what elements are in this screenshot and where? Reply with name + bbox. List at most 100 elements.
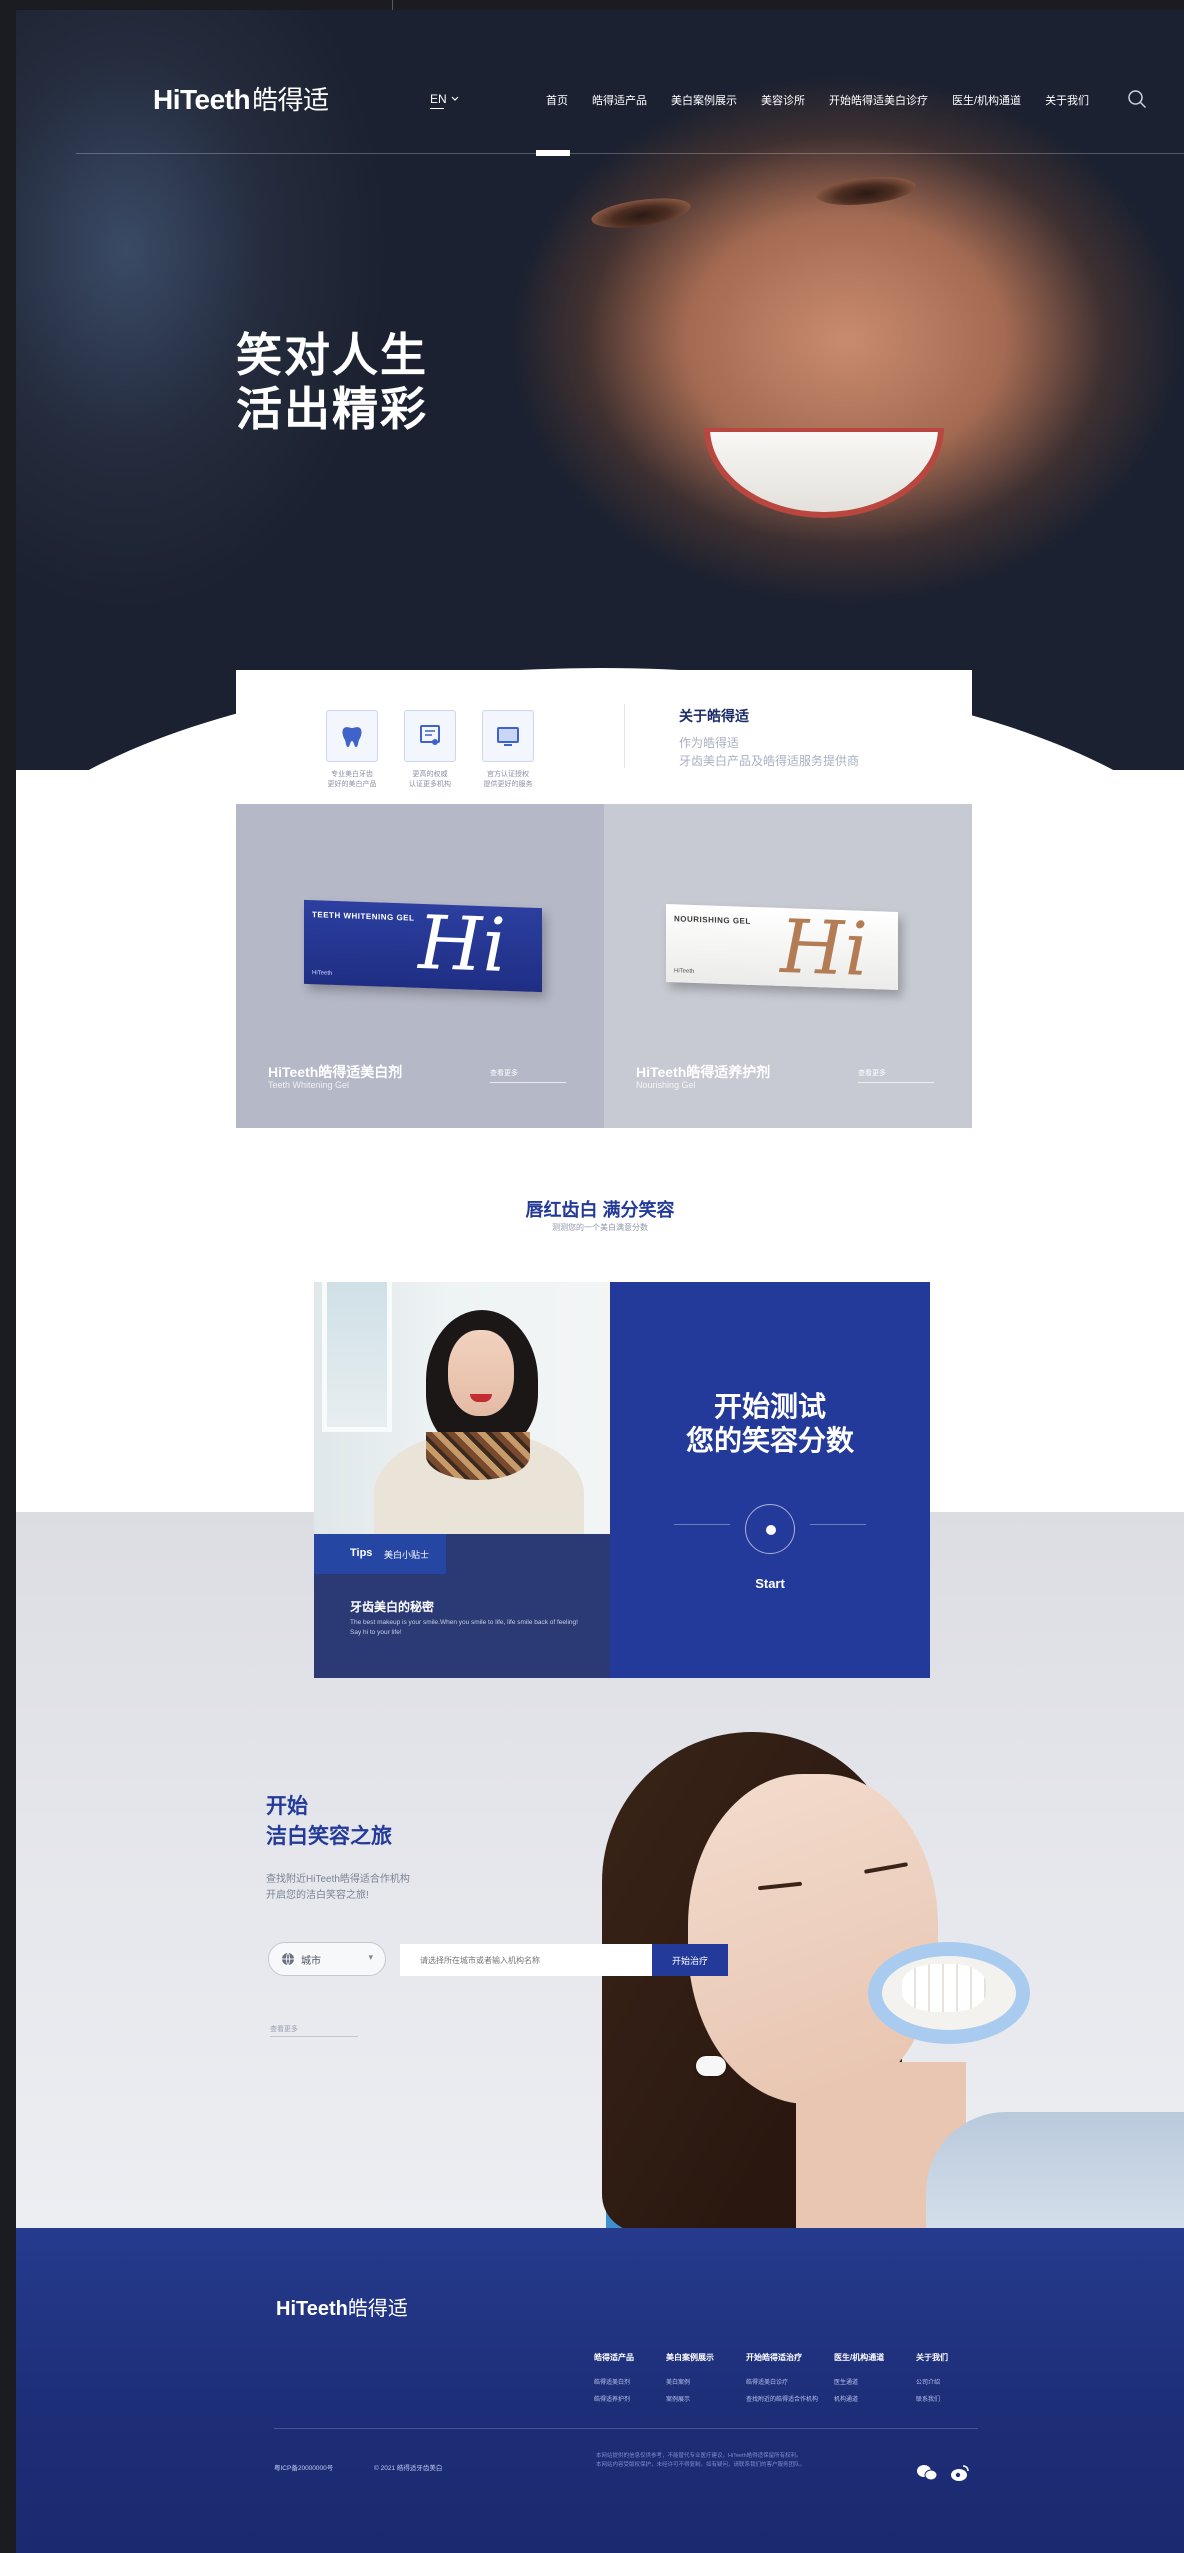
footer-column-about: 关于我们 公司介绍 联系我们	[916, 2352, 948, 2411]
start-treatment-button[interactable]: 开始治疗	[652, 1944, 728, 1976]
tips-card[interactable]: Tips 美白小贴士 牙齿美白的秘密 The best makeup is yo…	[314, 1534, 610, 1678]
wechat-icon[interactable]	[916, 2464, 938, 2482]
footer-column-heading[interactable]: 开始皓得适治疗	[746, 2352, 818, 2363]
footer-column-heading[interactable]: 皓得适产品	[594, 2352, 634, 2363]
product-name: HiTeeth皓得适美白剂	[268, 1064, 403, 1080]
hero-smile-image	[704, 428, 944, 518]
language-switcher[interactable]: EN	[430, 92, 459, 106]
brand-logo[interactable]: HiTeeth皓得适	[153, 80, 329, 117]
footer-column-products: 皓得适产品 皓得适美白剂 皓得适养护剂	[594, 2352, 634, 2411]
product-box-image: TEETH WHITENING GEL Hi HiTeeth	[304, 900, 542, 993]
footer-link[interactable]: 机构通道	[834, 2394, 884, 2403]
footer-link[interactable]: 医生通道	[834, 2377, 884, 2386]
decor-line	[810, 1524, 866, 1525]
tips-tab[interactable]: Tips 美白小贴士	[314, 1534, 446, 1574]
hero-headline-line2: 活出精彩	[236, 383, 428, 435]
journey-desc: 开启您的洁白笑容之旅!	[266, 1890, 369, 1901]
about-text: 作为皓得适	[679, 736, 740, 750]
footer-link[interactable]: 查找附近的皓得适合作机构	[746, 2394, 818, 2403]
more-underline	[490, 1082, 566, 1083]
top-nav: HiTeeth皓得适 EN 首页 皓得适产品 美白案例展示 美容诊所 开始皓得适…	[16, 10, 1184, 156]
city-select-value: 城市	[301, 1955, 321, 1967]
footer-column-cases: 美白案例展示 美白案例 案例展示	[666, 2352, 714, 2411]
chevron-down-icon	[451, 96, 459, 101]
woman-smiling-photo	[314, 1282, 610, 1534]
nav-item-cases[interactable]: 美白案例展示	[671, 92, 737, 108]
tooth-icon[interactable]	[326, 710, 378, 762]
tips-body: The best makeup is your smile.When you s…	[350, 1619, 578, 1636]
quiz-headline: 开始测试 您的笑容分数	[685, 1391, 854, 1456]
product-subtitle: Teeth Whitening Gel	[268, 1080, 350, 1090]
footer-copyright: 粤ICP备20000000号	[274, 2465, 334, 2472]
decor-line	[674, 1524, 730, 1525]
footer-logo[interactable]: HiTeeth皓得适	[276, 2292, 408, 2321]
site-footer: HiTeeth皓得适 皓得适产品 皓得适美白剂 皓得适养护剂 美白案例展示 美白…	[16, 2228, 1184, 2553]
hero-eye	[814, 172, 918, 210]
footer-link[interactable]: 公司介绍	[916, 2377, 948, 2386]
footer-social-links	[916, 2464, 970, 2482]
icon-caption: 官方认证授权 提供更好的服务	[483, 771, 533, 788]
footer-link[interactable]: 皓得适美白剂	[594, 2377, 634, 2386]
journey-desc: 查找附近HiTeeth皓得适合作机构	[266, 1874, 410, 1885]
tips-title: 牙齿美白的秘密	[350, 1600, 435, 1614]
about-title[interactable]: 关于皓得适	[679, 706, 749, 726]
section-subtitle: 测测您的一个美白满意分数	[552, 1223, 648, 1232]
top-divider-mark	[392, 0, 393, 10]
footer-column-heading[interactable]: 医生/机构通道	[834, 2352, 884, 2363]
brand-name-cn: 皓得适	[252, 85, 329, 115]
product-showcase: TEETH WHITENING GEL Hi HiTeeth HiTeeth皓得…	[236, 804, 972, 1128]
product-more-link[interactable]: 查看更多	[858, 1068, 886, 1078]
tips-panel: Tips 美白小贴士 牙齿美白的秘密 The best makeup is yo…	[314, 1282, 610, 1678]
nav-item-products[interactable]: 皓得适产品	[592, 92, 647, 108]
clinic-search-input[interactable]	[400, 1944, 652, 1976]
city-select[interactable]: 城市 ▾	[268, 1942, 386, 1976]
nav-item-home[interactable]: 首页	[546, 92, 568, 108]
language-underline	[430, 108, 444, 109]
language-label: EN	[430, 92, 447, 106]
product-more-link[interactable]: 查看更多	[490, 1068, 518, 1078]
card-divider	[624, 704, 625, 768]
footer-link[interactable]: 案例展示	[666, 2394, 714, 2403]
globe-icon	[282, 1952, 294, 1966]
product-name: HiTeeth皓得适养护剂	[636, 1064, 771, 1080]
nav-item-start-treatment[interactable]: 开始皓得适美白诊疗	[829, 92, 928, 108]
start-label[interactable]: Start	[610, 1576, 930, 1591]
hero-headline-line1: 笑对人生	[236, 329, 428, 381]
footer-link[interactable]: 美白案例	[666, 2377, 714, 2386]
tips-tab-label-cn: 美白小贴士	[384, 1550, 430, 1560]
nav-item-doctor-portal[interactable]: 医生/机构通道	[952, 92, 1021, 108]
more-underline	[858, 1082, 934, 1083]
nav-menu: 首页 皓得适产品 美白案例展示 美容诊所 开始皓得适美白诊疗 医生/机构通道 关…	[546, 92, 1113, 108]
icon-caption: 专业美白牙齿 更好的美白产品	[327, 771, 377, 788]
weibo-icon[interactable]	[950, 2464, 970, 2482]
tips-tab-label: Tips	[350, 1547, 373, 1559]
more-underline	[270, 2036, 358, 2037]
smile-score-panel[interactable]: 开始测试 您的笑容分数 Start	[610, 1282, 930, 1678]
hero-headline: 笑对人生 活出精彩	[236, 328, 428, 436]
footer-address: © 2021 皓得适牙齿美白	[374, 2465, 443, 2472]
more-link[interactable]: 查看更多	[270, 2024, 298, 2034]
footer-column-treatment: 开始皓得适治疗 皓得适美白诊疗 查找附近的皓得适合作机构	[746, 2352, 818, 2411]
footer-link[interactable]: 皓得适养护剂	[594, 2394, 634, 2403]
product-subtitle: Nourishing Gel	[636, 1080, 696, 1090]
smile-quiz-block: Tips 美白小贴士 牙齿美白的秘密 The best makeup is yo…	[314, 1282, 930, 1678]
monitor-icon[interactable]	[482, 710, 534, 762]
section-title: 唇红齿白 满分笑容	[525, 1200, 675, 1220]
chevron-down-icon: ▾	[368, 1952, 373, 1962]
info-card: 专业美白牙齿 更好的美白产品 更高的权威 认证更多机构 官方认证授权 提供更好的服务 …	[236, 670, 972, 804]
nav-divider	[76, 153, 1184, 154]
product-card-whitening-gel[interactable]: TEETH WHITENING GEL Hi HiTeeth HiTeeth皓得…	[236, 804, 604, 1128]
footer-column-heading[interactable]: 关于我们	[916, 2352, 948, 2363]
nav-item-about[interactable]: 关于我们	[1045, 92, 1089, 108]
nav-item-clinics[interactable]: 美容诊所	[761, 92, 805, 108]
footer-link[interactable]: 皓得适美白诊疗	[746, 2377, 818, 2386]
hero-eye	[589, 193, 693, 233]
product-card-nourishing-gel[interactable]: NOURISHING GEL Hi HiTeeth HiTeeth皓得适养护剂 …	[604, 804, 972, 1128]
start-quiz-button[interactable]	[745, 1504, 795, 1554]
patient-retractor-photo	[546, 1732, 1184, 2232]
hero-banner: HiTeeth皓得适 EN 首页 皓得适产品 美白案例展示 美容诊所 开始皓得适…	[16, 10, 1184, 770]
footer-column-heading[interactable]: 美白案例展示	[666, 2352, 714, 2363]
footer-link[interactable]: 联系我们	[916, 2394, 948, 2403]
certificate-icon[interactable]	[404, 710, 456, 762]
search-icon[interactable]	[1126, 88, 1148, 110]
